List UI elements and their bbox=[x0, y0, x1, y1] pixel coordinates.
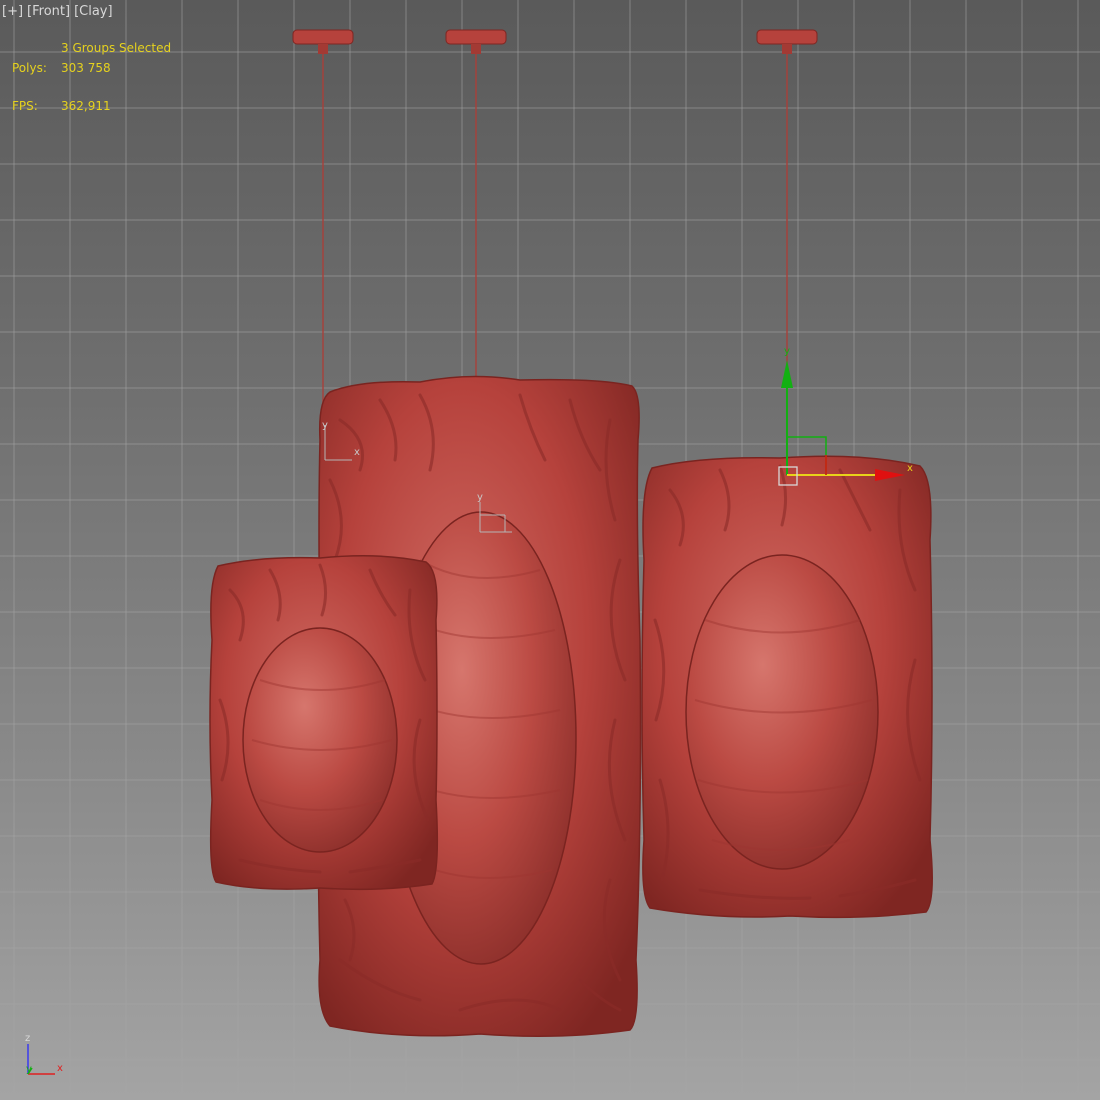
viewport-label-menu: [+] [Front] [Clay] bbox=[2, 4, 113, 19]
ceiling-cap-left-stem bbox=[318, 44, 328, 54]
scene[interactable]: y x y y x z y x bbox=[0, 0, 1100, 1100]
pendant-left-cushion bbox=[242, 627, 398, 853]
pivot-middle-y-label: y bbox=[477, 492, 483, 503]
ceiling-cap-right[interactable] bbox=[756, 29, 818, 45]
viewport-menu-point-of-view[interactable]: [Front] bbox=[27, 4, 70, 19]
ceiling-caps bbox=[292, 29, 818, 54]
tripod-y-label: y bbox=[26, 1064, 32, 1075]
ceiling-cap-right-stem bbox=[782, 44, 792, 54]
fps-value: 362,911 bbox=[61, 99, 111, 113]
fps-label: FPS: bbox=[12, 99, 38, 113]
pivot-left-x-label: x bbox=[354, 447, 360, 458]
pivot-left-y-label: y bbox=[322, 420, 328, 431]
ceiling-cap-middle[interactable] bbox=[445, 29, 507, 45]
gizmo-y-arrow[interactable] bbox=[781, 360, 793, 388]
selection-count-text: 3 Groups Selected bbox=[61, 41, 172, 55]
polys-value: 303 758 bbox=[61, 61, 111, 75]
tripod-z-label: z bbox=[25, 1033, 30, 1044]
gizmo-y-label: y bbox=[784, 346, 790, 357]
viewport-menu-plus[interactable]: [+] bbox=[2, 4, 23, 19]
ceiling-cap-left[interactable] bbox=[292, 29, 354, 45]
viewport-menu-shading[interactable]: [Clay] bbox=[74, 4, 113, 19]
ceiling-cap-middle-stem bbox=[471, 44, 481, 54]
gizmo-x-label: x bbox=[907, 463, 913, 474]
tripod-x-label: x bbox=[57, 1063, 63, 1074]
polys-label: Polys: bbox=[12, 61, 47, 75]
pendant-left[interactable] bbox=[209, 555, 439, 891]
axis-tripod: z y x bbox=[25, 1033, 63, 1075]
pendant-right[interactable] bbox=[641, 455, 933, 919]
viewport-front-clay[interactable]: y x y y x z y x [+] [Front] [Clay] 3 Gro… bbox=[0, 0, 1100, 1100]
